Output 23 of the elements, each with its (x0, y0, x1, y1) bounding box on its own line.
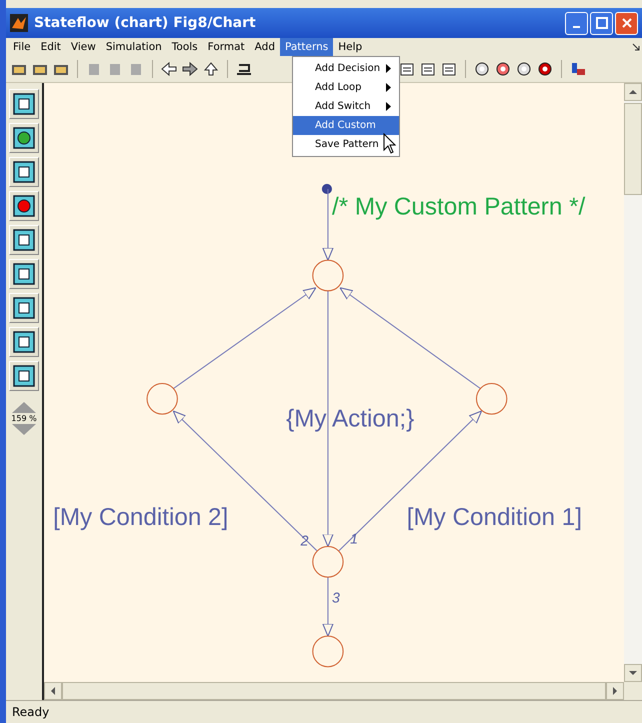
menu-item[interactable]: File (8, 38, 36, 56)
condition-label[interactable]: [My Condition 1] (406, 504, 582, 532)
condition-label[interactable]: [My Condition 2] (53, 504, 228, 532)
menu-item[interactable]: Tools (166, 38, 203, 56)
menu-item[interactable]: Save Pattern (293, 135, 399, 154)
transition-order: 3 (332, 590, 340, 607)
menu-item[interactable]: Help (333, 38, 368, 56)
menu-item[interactable]: Add Decision (293, 59, 399, 78)
transition-order: 1 (350, 531, 358, 548)
menu-item[interactable]: Edit (36, 38, 66, 56)
menu-item[interactable]: Add Custom (293, 116, 399, 135)
menu-item[interactable]: Patterns (280, 38, 334, 56)
action-label[interactable]: {My Action;} (286, 405, 414, 432)
menu-item[interactable]: Format (202, 38, 250, 56)
status-text: Ready (12, 705, 50, 719)
menu-item[interactable]: Simulation (100, 38, 167, 56)
menu-item[interactable]: Add (250, 38, 280, 56)
menu-item[interactable]: View (66, 38, 101, 56)
menu-item[interactable]: Add Loop (293, 78, 399, 97)
window-title: Stateflow (chart) Fig8/Chart (34, 15, 256, 31)
menu-item[interactable]: Add Switch (293, 97, 399, 116)
transition-order: 2 (300, 533, 309, 550)
zoom-level: 159 % (11, 414, 37, 423)
